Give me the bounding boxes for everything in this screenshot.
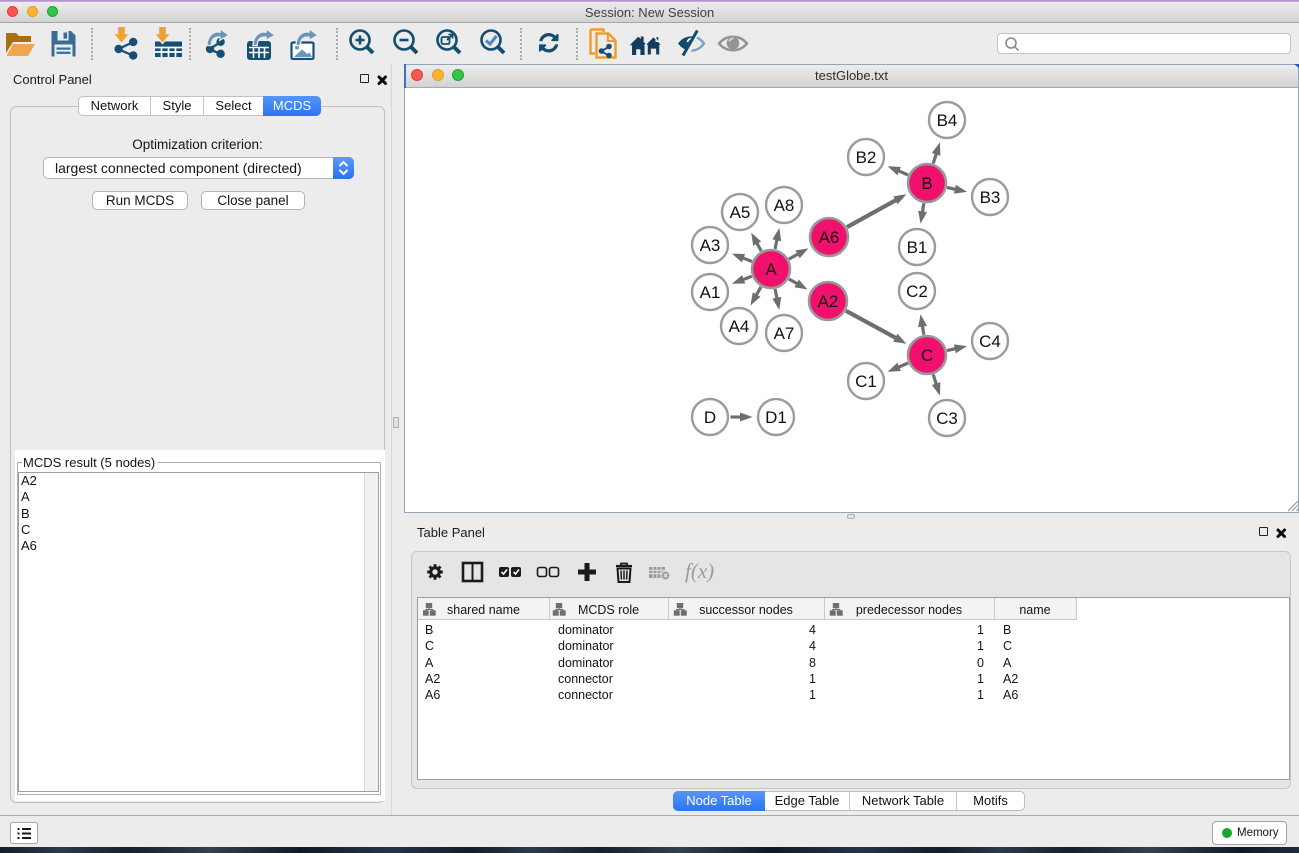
- svg-text:D1: D1: [765, 408, 787, 427]
- svg-text:C3: C3: [936, 409, 958, 428]
- svg-text:D: D: [704, 408, 716, 427]
- svg-text:A3: A3: [700, 236, 721, 255]
- svg-text:A: A: [765, 260, 777, 279]
- svg-text:B1: B1: [907, 238, 928, 257]
- svg-text:A4: A4: [729, 317, 750, 336]
- svg-text:B4: B4: [937, 111, 958, 130]
- svg-text:B3: B3: [980, 188, 1001, 207]
- svg-text:A2: A2: [818, 292, 839, 311]
- svg-text:C2: C2: [906, 282, 928, 301]
- svg-text:B2: B2: [856, 148, 877, 167]
- svg-text:C: C: [921, 346, 933, 365]
- svg-text:A5: A5: [730, 203, 751, 222]
- svg-text:C4: C4: [979, 332, 1001, 351]
- svg-text:B: B: [921, 174, 932, 193]
- svg-text:A6: A6: [819, 228, 840, 247]
- svg-text:C1: C1: [855, 372, 877, 391]
- svg-text:A7: A7: [774, 324, 795, 343]
- svg-text:A8: A8: [774, 196, 795, 215]
- svg-text:A1: A1: [700, 283, 721, 302]
